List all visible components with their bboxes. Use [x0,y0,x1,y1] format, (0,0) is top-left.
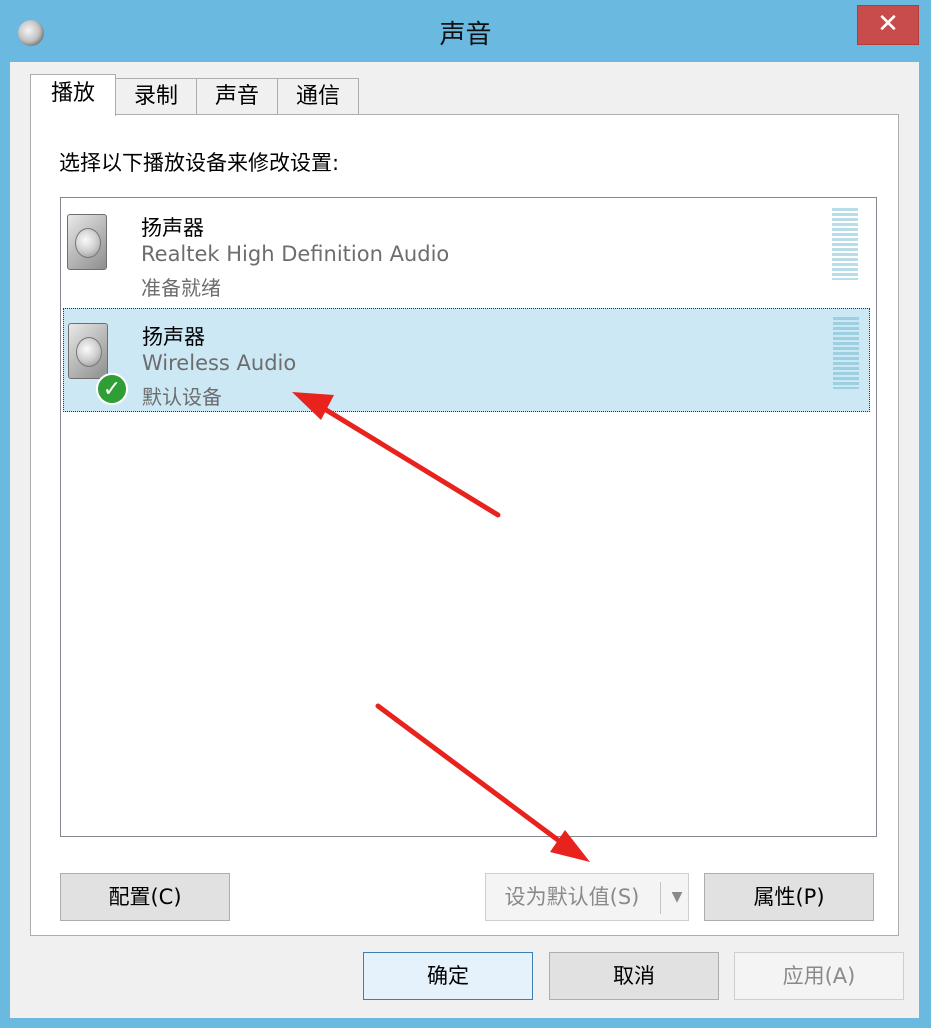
tab-communications[interactable]: 通信 [277,78,359,114]
tab-playback[interactable]: 播放 [30,74,116,116]
sound-dialog: 声音 ✕ 播放 录制 声音 通信 选择以下播放设备来修改设置: 扬声器 Real… [0,0,931,1028]
configure-button[interactable]: 配置(C) [60,873,230,921]
chevron-down-icon[interactable]: ▼ [666,874,688,920]
close-button[interactable]: ✕ [857,5,919,45]
set-default-button[interactable]: 设为默认值(S) ▼ [485,873,689,921]
device-item-wireless[interactable]: ✓ 扬声器 Wireless Audio 默认设备 [63,308,870,412]
close-icon: ✕ [877,9,899,39]
instruction-text: 选择以下播放设备来修改设置: [59,151,340,175]
title-bar[interactable]: 声音 ✕ [0,0,931,62]
ok-button[interactable]: 确定 [363,952,533,1000]
apply-button[interactable]: 应用(A) [734,952,904,1000]
properties-button[interactable]: 属性(P) [704,873,874,921]
default-check-icon: ✓ [96,373,128,405]
device-driver: Wireless Audio [142,351,297,375]
set-default-label: 设为默认值(S) [504,885,640,909]
speaker-icon: ✓ [68,323,128,405]
device-list[interactable]: 扬声器 Realtek High Definition Audio 准备就绪 ✓… [60,197,877,837]
tab-sounds[interactable]: 声音 [196,78,278,114]
cancel-button[interactable]: 取消 [549,952,719,1000]
device-item-realtek[interactable]: 扬声器 Realtek High Definition Audio 准备就绪 [63,200,870,304]
device-name: 扬声器 [141,216,204,240]
tab-recording[interactable]: 录制 [115,78,197,114]
playback-panel: 选择以下播放设备来修改设置: 扬声器 Realtek High Definiti… [30,114,899,936]
device-name: 扬声器 [142,325,205,349]
speaker-icon [67,214,111,274]
device-driver: Realtek High Definition Audio [141,242,450,266]
volume-level-meter [833,317,859,389]
volume-level-meter [832,208,858,280]
device-status: 默认设备 [142,385,222,409]
dialog-client-area: 播放 录制 声音 通信 选择以下播放设备来修改设置: 扬声器 Realtek H… [10,62,919,1018]
window-title: 声音 [439,20,492,50]
split-divider [660,882,661,914]
device-status: 准备就绪 [141,276,221,300]
